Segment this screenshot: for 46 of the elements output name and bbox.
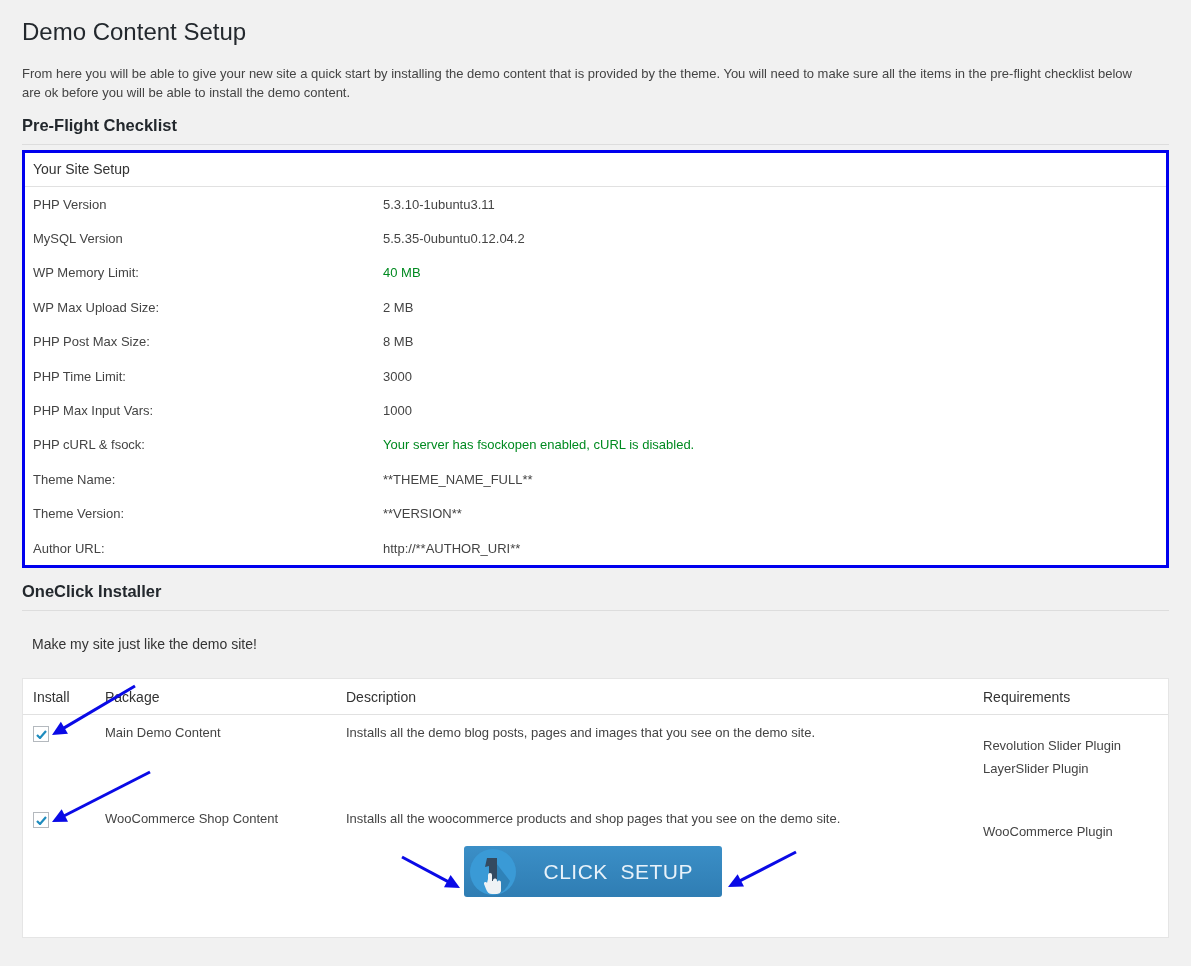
table-cell-text: 5.3.10-1ubuntu3.11 — [383, 196, 496, 212]
table-cell-text: WooCommerce Shop Content — [105, 811, 280, 829]
section-heading: OneClick Installer — [22, 582, 1169, 612]
table-cell-text: 3000 — [383, 368, 413, 384]
section-heading: Pre-Flight Checklist — [22, 116, 1169, 145]
table-cell-text: PHP Version — [33, 196, 108, 212]
table-cell-text: Theme Name: — [33, 471, 117, 487]
table-cell-text: PHP Time Limit: — [33, 368, 127, 384]
table-cell-text: PHP Max Input Vars: — [33, 403, 155, 419]
table-cell-text: 1000 — [383, 403, 413, 419]
hand-pointer-icon — [469, 848, 516, 895]
checkbox[interactable] — [33, 726, 49, 743]
table-cell-text: 40 MB — [383, 265, 422, 281]
table-cell-text: **THEME_NAME_FULL** — [383, 471, 534, 487]
table-cell-text: MySQL Version — [33, 231, 124, 247]
table-cell-text: PHP Post Max Size: — [33, 334, 151, 350]
tagline: Make my site just like the demo site! — [32, 636, 258, 653]
check-icon — [35, 729, 47, 739]
table-cell-text: Theme Version: — [33, 506, 126, 522]
table-cell-text: Main Demo Content — [105, 725, 222, 743]
check-icon — [35, 815, 47, 825]
table-cell-text: Your server has fsockopen enabled, cURL is disabled. — [383, 437, 696, 453]
table-cell-text: 8 MB — [383, 334, 415, 350]
intro-paragraph: From here you will be able to give your new site a quick start by installing the demo content that is provided by the theme. You will need to make sure all the items in the pre-flight checklist below are ok before you will be able to install the demo content. — [22, 65, 1133, 102]
table-cell-text: PHP cURL & fsock: — [33, 437, 146, 453]
arrow — [401, 855, 460, 888]
checkbox[interactable] — [33, 812, 49, 829]
table-title: Your Site Setup — [25, 153, 1166, 187]
table-cell-text: **VERSION** — [383, 506, 463, 522]
table-cell-text: WP Max Upload Size: — [33, 299, 161, 315]
column-header: Description — [346, 688, 418, 705]
setup-button[interactable]: CLICK SETUP — [463, 846, 722, 898]
arrow — [728, 850, 797, 887]
table-cell-text: Installs all the woocommerce products and shop pages that you see on the demo site. — [346, 811, 842, 829]
table-cell-text: http://**AUTHOR_URI** — [383, 540, 522, 556]
table-cell-text: Author URL: — [33, 540, 106, 556]
column-header: Install — [33, 688, 71, 705]
table-cell-text: 2 MB — [383, 299, 415, 315]
column-header: Requirements — [983, 688, 1072, 705]
table-cell-text: Installs all the demo blog posts, pages and images that you see on the demo site. — [346, 725, 816, 743]
table-cell-text: WP Memory Limit: — [33, 265, 140, 281]
requirement-text: Revolution Slider Plugin — [983, 738, 1123, 754]
page-title: Demo Content Setup — [22, 18, 248, 46]
requirement-text: LayerSlider Plugin — [983, 761, 1090, 777]
table-cell-text: 5.5.35-0ubuntu0.12.04.2 — [383, 231, 526, 247]
requirement-text: WooCommerce Plugin — [983, 824, 1114, 840]
